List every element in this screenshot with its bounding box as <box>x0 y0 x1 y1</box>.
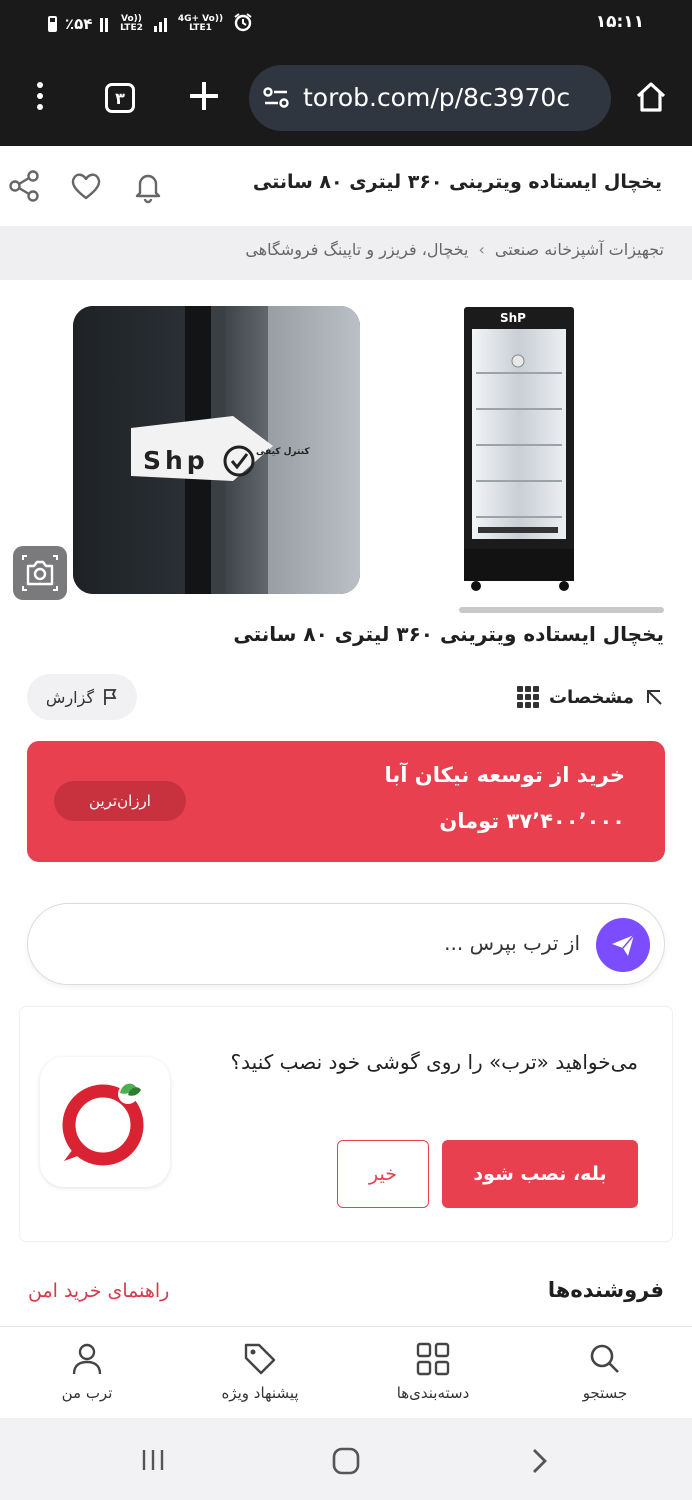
product-image-fridge[interactable]: ShP <box>456 305 586 595</box>
fridge-brand-label: ShP <box>500 311 526 325</box>
nav-categories-label: دسته‌بندی‌ها <box>396 1384 470 1402</box>
send-button[interactable] <box>596 918 650 972</box>
menu-kebab-icon[interactable] <box>34 82 46 114</box>
home-icon[interactable] <box>634 80 668 114</box>
nav-special-offers-label: پیشنهاد ویژه <box>221 1384 299 1402</box>
site-settings-icon[interactable] <box>263 87 289 109</box>
nav-my-torob-label: ترب من <box>61 1384 113 1402</box>
signal-icon <box>100 16 109 32</box>
offer-price: ۳۷٬۴۰۰٬۰۰۰ تومان <box>439 809 625 833</box>
status-bar: ٪۵۴ Vo)) LTE2 4G+ Vo)) LTE1 ۱۵:۱۱ <box>0 0 692 50</box>
camera-search-button[interactable] <box>13 546 67 600</box>
cheapest-offer-card[interactable]: خرید از توسعه نیکان آبا ۳۷٬۴۰۰٬۰۰۰ تومان… <box>27 741 665 862</box>
nav-search-label: جستجو <box>582 1384 628 1402</box>
specs-label: مشخصات <box>548 686 634 708</box>
share-icon[interactable] <box>6 168 42 204</box>
browser-toolbar: ۳ torob.com/p/8c3970c <box>0 50 692 146</box>
header-title: یخچال ایستاده ویترینی ۳۶۰ لیتری ۸۰ سانتی <box>252 171 662 193</box>
sellers-heading: فروشنده‌ها <box>547 1278 664 1302</box>
install-message: می‌خواهید «ترب» را روی گوشی خود نصب کنید… <box>230 1050 638 1074</box>
new-tab-icon[interactable] <box>188 80 220 112</box>
report-button[interactable]: گزارش <box>27 674 137 720</box>
nav-search[interactable]: جستجو <box>545 1337 665 1417</box>
send-icon <box>612 934 635 956</box>
product-title: یخچال ایستاده ویترینی ۳۶۰ لیتری ۸۰ سانتی <box>233 622 664 646</box>
cheapest-badge: ارزان‌ترین <box>54 781 186 821</box>
url-text[interactable]: torob.com/p/8c3970c <box>303 83 570 112</box>
network-label-2: 4G+ Vo)) LTE1 <box>177 14 224 33</box>
product-header: یخچال ایستاده ویترینی ۳۶۰ لیتری ۸۰ سانتی <box>0 146 692 226</box>
clock: ۱۵:۱۱ <box>595 12 644 32</box>
torob-app-icon <box>40 1057 170 1187</box>
sticker-brand-label: Shp <box>143 446 209 475</box>
grid-dots-icon <box>516 686 539 708</box>
bell-icon[interactable] <box>130 168 166 204</box>
bottom-navigation: جستجو دسته‌بندی‌ها پیشنهاد ویژه ترب من <box>0 1326 692 1418</box>
battery-level: ٪۵۴ <box>65 15 93 33</box>
tab-switcher-button[interactable]: ۳ <box>105 83 135 113</box>
nav-special-offers[interactable]: پیشنهاد ویژه <box>200 1337 320 1417</box>
install-no-button[interactable]: خیر <box>337 1140 429 1208</box>
breadcrumb-item-kitchen-equipment[interactable]: تجهیزات آشپزخانه صنعتی <box>495 240 664 259</box>
camera-icon <box>22 555 58 591</box>
nav-categories[interactable]: دسته‌بندی‌ها <box>373 1337 493 1417</box>
alarm-icon <box>233 12 253 36</box>
breadcrumb: تجهیزات آشپزخانه صنعتی › یخچال، فریزر و تا… <box>0 226 692 280</box>
arrow-up-left-icon <box>647 690 662 705</box>
specs-link[interactable]: مشخصات <box>516 682 664 712</box>
categories-grid-icon <box>416 1342 450 1376</box>
home-button-icon[interactable] <box>331 1446 361 1476</box>
install-app-banner: می‌خواهید «ترب» را روی گوشی خود نصب کنید… <box>20 1007 672 1241</box>
heart-icon[interactable] <box>68 168 104 204</box>
url-bar[interactable]: torob.com/p/8c3970c <box>249 65 611 131</box>
sticker-text: کنترل کیفی <box>256 447 310 457</box>
signal-icon-2 <box>154 16 168 32</box>
user-icon <box>72 1343 102 1375</box>
tag-icon <box>244 1343 276 1375</box>
back-chevron-icon[interactable] <box>528 1447 550 1475</box>
flag-icon <box>104 689 117 705</box>
safe-shopping-guide-link[interactable]: راهنمای خرید امن <box>28 1280 169 1302</box>
product-image-sticker[interactable]: Shp کنترل کیفی <box>73 306 360 594</box>
gallery-indicator <box>459 607 664 613</box>
nav-my-torob[interactable]: ترب من <box>27 1337 147 1417</box>
chevron-left-icon: › <box>478 240 485 259</box>
offer-seller: خرید از توسعه نیکان آبا <box>384 763 626 787</box>
install-yes-button[interactable]: بله، نصب شود <box>442 1140 638 1208</box>
battery-icon <box>48 16 57 32</box>
report-label: گزارش <box>45 687 95 707</box>
ask-torob-input[interactable]: از ترب بپرس ... <box>27 903 665 985</box>
search-icon <box>590 1344 619 1373</box>
ask-placeholder: از ترب بپرس ... <box>444 931 580 955</box>
network-label-1: Vo)) LTE2 <box>120 14 143 33</box>
system-navigation-bar <box>0 1418 692 1500</box>
recent-apps-icon[interactable] <box>140 1448 166 1472</box>
breadcrumb-item-fridges[interactable]: یخچال، فریزر و تاپینگ فروشگاهی <box>245 240 468 259</box>
